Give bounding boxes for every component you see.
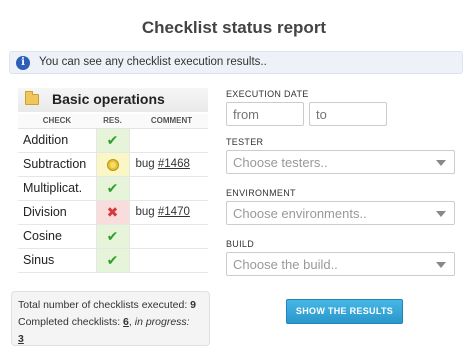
checklist-panel: Basic operations CHECK RES. COMMENT Addi… bbox=[18, 88, 208, 274]
checklist-table: CHECK RES. COMMENT Addition ✔ Subtractio… bbox=[18, 114, 208, 273]
comment-cell: bug #1468 bbox=[129, 152, 208, 177]
col-header-comment: COMMENT bbox=[129, 114, 208, 129]
result-cell: ✔ bbox=[95, 224, 130, 249]
summary-total-label: Total number of checklists executed: bbox=[18, 299, 191, 311]
summary-total-value: 9 bbox=[190, 299, 197, 311]
summary-completed-label: Completed checklists: bbox=[18, 316, 124, 328]
col-header-check: CHECK bbox=[18, 114, 96, 129]
table-row: Subtraction bug #1468 bbox=[18, 152, 208, 177]
bug-icon bbox=[106, 158, 119, 171]
table-header-row: CHECK RES. COMMENT bbox=[18, 114, 208, 129]
table-row: Sinus ✔ bbox=[18, 248, 208, 273]
comment-cell bbox=[129, 176, 208, 201]
check-name: Cosine bbox=[18, 224, 96, 249]
folder-icon bbox=[25, 91, 39, 105]
checkmark-icon: ✔ bbox=[106, 251, 119, 268]
chevron-down-icon bbox=[436, 160, 446, 166]
comment-cell bbox=[129, 224, 208, 249]
environment-select-value: Choose environments.. bbox=[233, 206, 367, 221]
checklist-title: Basic operations bbox=[52, 91, 165, 107]
check-name: Subtraction bbox=[18, 152, 96, 177]
table-row: Division ✖ bug #1470 bbox=[18, 200, 208, 225]
result-cell: ✖ bbox=[95, 200, 130, 225]
comment-cell bbox=[129, 128, 208, 153]
check-name: Multiplicat. bbox=[18, 176, 96, 201]
table-row: Addition ✔ bbox=[18, 128, 208, 153]
environment-select[interactable]: Choose environments.. bbox=[226, 201, 455, 225]
result-cell: ✔ bbox=[95, 248, 130, 273]
checkmark-icon: ✔ bbox=[106, 227, 119, 244]
bug-link[interactable]: #1470 bbox=[158, 206, 190, 218]
page-title: Checklist status report bbox=[141, 18, 327, 37]
info-banner: i You can see any checklist execution re… bbox=[9, 51, 463, 74]
result-cell: ✔ bbox=[95, 176, 130, 201]
build-select-value: Choose the build.. bbox=[233, 257, 338, 272]
chevron-down-icon bbox=[436, 211, 446, 217]
comment-cell bbox=[129, 248, 208, 273]
info-icon: i bbox=[16, 56, 30, 70]
checkmark-icon: ✔ bbox=[106, 179, 119, 196]
summary-in-progress-value[interactable]: 3 bbox=[18, 333, 24, 345]
tester-select-value: Choose testers.. bbox=[233, 155, 328, 170]
date-to-input[interactable] bbox=[309, 102, 387, 126]
show-results-button[interactable]: SHOW THE RESULTS bbox=[286, 299, 403, 324]
build-select[interactable]: Choose the build.. bbox=[226, 252, 455, 276]
summary-box: Total number of checklists executed: 9 C… bbox=[11, 291, 210, 346]
table-row: Cosine ✔ bbox=[18, 224, 208, 249]
check-name: Sinus bbox=[18, 248, 96, 273]
chevron-down-icon bbox=[436, 262, 446, 268]
check-name: Division bbox=[18, 200, 96, 225]
summary-in-progress-label: in progress: bbox=[134, 316, 190, 328]
execution-date-label: EXECUTION DATE bbox=[226, 89, 309, 99]
cross-icon: ✖ bbox=[106, 203, 119, 220]
comment-cell: bug #1470 bbox=[129, 200, 208, 225]
build-label: BUILD bbox=[226, 239, 255, 249]
bug-link[interactable]: #1468 bbox=[158, 158, 190, 170]
result-cell: ✔ bbox=[95, 128, 130, 153]
table-row: Multiplicat. ✔ bbox=[18, 176, 208, 201]
col-header-result: RES. bbox=[96, 114, 129, 129]
comment-prefix: bug bbox=[135, 158, 158, 170]
tester-select[interactable]: Choose testers.. bbox=[226, 150, 455, 174]
environment-label: ENVIRONMENT bbox=[226, 188, 296, 198]
date-from-input[interactable] bbox=[226, 102, 304, 126]
checkmark-icon: ✔ bbox=[106, 131, 119, 148]
info-text: You can see any checklist execution resu… bbox=[39, 56, 267, 68]
check-name: Addition bbox=[18, 128, 96, 153]
summary-completed: Completed checklists: 6, in progress: 3 bbox=[18, 314, 203, 348]
checklist-header: Basic operations bbox=[18, 88, 208, 112]
tester-label: TESTER bbox=[226, 137, 264, 147]
summary-total: Total number of checklists executed: 9 bbox=[18, 297, 203, 314]
comment-prefix: bug bbox=[135, 206, 158, 218]
result-cell bbox=[95, 152, 130, 177]
